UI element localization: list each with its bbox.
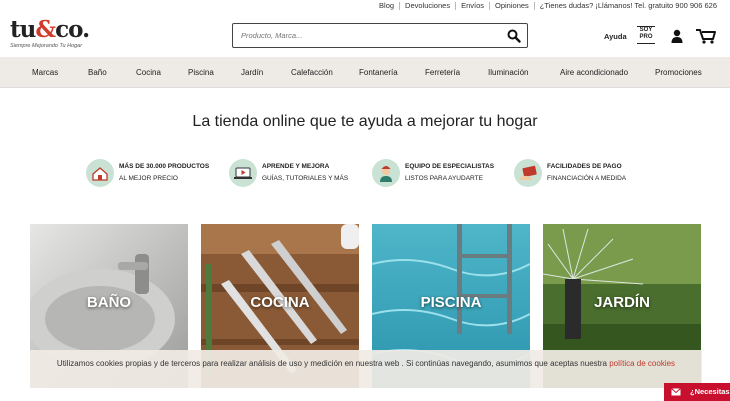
nav-item-calefaccion[interactable]: Calefacción [291,57,333,88]
feature-products: MÁS DE 30.000 PRODUCTOS AL MEJOR PRECIO [86,157,216,189]
cookie-text: Utilizamos cookies propias y de terceros… [56,359,607,368]
cart-icon[interactable] [695,28,717,44]
payment-card-icon [514,159,542,187]
logo-part: tu [10,16,36,43]
envios-link[interactable]: Envíos [456,1,489,10]
chat-button[interactable]: ¿Necesitas [664,383,730,401]
nav-item-cocina[interactable]: Cocina [136,57,161,88]
nav-item-iluminacion[interactable]: Iluminación [488,57,528,88]
main-nav: Marcas Baño Cocina Piscina Jardín Calefa… [0,57,730,88]
feature-specialists: EQUIPO DE ESPECIALISTAS LISTOS PARA AYUD… [372,157,497,189]
user-icon[interactable] [670,29,684,43]
feature-learn: APRENDE Y MEJORA GUÍAS, TUTORIALES Y MÁS [229,157,354,189]
feature-subtitle: GUÍAS, TUTORIALES Y MÁS [262,175,349,182]
soy-pro-line2: PRO [639,34,653,40]
search-icon[interactable] [507,29,521,43]
nav-item-ferreteria[interactable]: Ferretería [425,57,460,88]
devoluciones-link[interactable]: Devoluciones [400,1,455,10]
house-icon [86,159,114,187]
logo-ampersand: & [35,16,56,43]
feature-payment: FACILIDADES DE PAGO FINANCIACIÓN A MEDID… [514,157,639,189]
top-links: Blog Devoluciones Envíos Opiniones ¿Tien… [374,1,722,10]
nav-item-jardin[interactable]: Jardín [241,57,263,88]
site-header: tu&co. Siempre Mejorando Tu Hogar Ayuda … [0,12,730,57]
nav-item-marcas[interactable]: Marcas [32,57,58,88]
feature-title: APRENDE Y MEJORA [262,163,330,170]
opiniones-link[interactable]: Opiniones [490,1,534,10]
logo-wordmark: tu&co. [10,18,100,42]
category-label: BAÑO [86,294,132,311]
category-label: JARDÍN [594,294,650,311]
search-input[interactable] [233,24,493,47]
feature-subtitle: AL MEJOR PRECIO [119,175,178,182]
blog-link[interactable]: Blog [374,1,399,10]
soy-pro-line1: SOY [639,27,653,33]
phone-contact[interactable]: ¿Tienes dudas? ¡Llámanos! Tel. gratuito … [535,1,722,10]
video-laptop-icon [229,159,257,187]
nav-item-bano[interactable]: Baño [88,57,107,88]
page-headline: La tienda online que te ayuda a mejorar … [192,113,538,130]
top-bar: Blog Devoluciones Envíos Opiniones ¿Tien… [0,0,730,12]
category-label: PISCINA [420,294,482,311]
help-link[interactable]: Ayuda [604,32,627,41]
cookie-banner: Utilizamos cookies propias y de terceros… [30,350,702,388]
site-logo[interactable]: tu&co. Siempre Mejorando Tu Hogar [10,18,100,52]
category-label: COCINA [250,294,310,311]
nav-item-fontaneria[interactable]: Fontanería [359,57,398,88]
specialist-icon [372,159,400,187]
soy-pro-link[interactable]: SOY PRO [637,26,655,44]
feature-title: MÁS DE 30.000 PRODUCTOS [119,163,210,170]
chat-label: ¿Necesitas [690,387,730,396]
feature-subtitle: FINANCIACIÓN A MEDIDA [547,175,627,182]
feature-title: EQUIPO DE ESPECIALISTAS [405,163,495,170]
cookie-policy-link[interactable]: política de cookies [609,359,675,368]
logo-part: co. [55,16,90,43]
nav-item-aire-acondicionado[interactable]: Aire acondicionado [560,57,628,88]
nav-item-piscina[interactable]: Piscina [188,57,214,88]
logo-tagline: Siempre Mejorando Tu Hogar [10,43,83,49]
search-box [232,23,528,48]
feature-subtitle: LISTOS PARA AYUDARTE [405,175,483,182]
feature-title: FACILIDADES DE PAGO [547,163,622,170]
mail-icon [671,388,681,396]
nav-item-promociones[interactable]: Promociones [655,57,702,88]
